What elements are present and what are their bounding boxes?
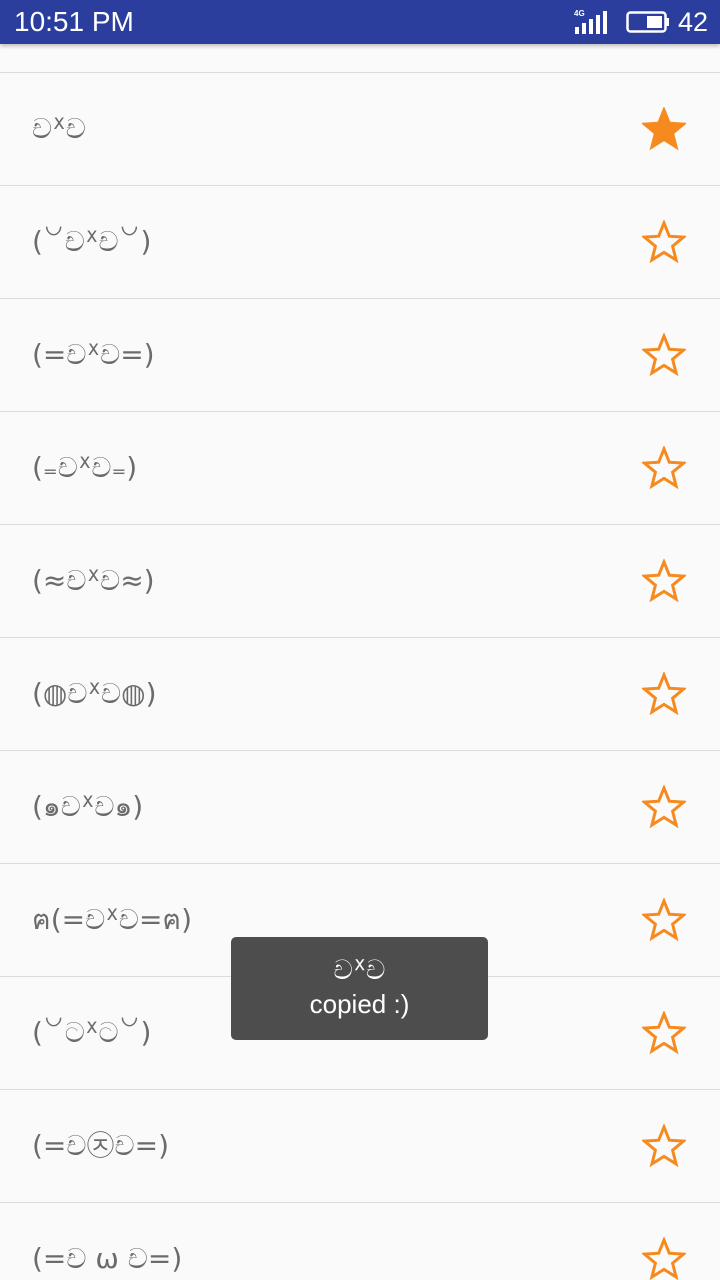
network-type-label: 4G	[574, 9, 585, 18]
status-time: 10:51 PM	[14, 6, 134, 37]
battery-icon	[626, 11, 669, 33]
list-divider	[0, 44, 720, 73]
toast-copied-text: චᕽච	[333, 955, 386, 985]
emoticon-text[interactable]: (=ච ω ච=)	[32, 1203, 182, 1280]
emoticon-list[interactable]: චᕽච (꒡චᕽච꒡) (=චᕽච=) (₌චᕽච₌) (≈චᕽච≈) (◍චᕽච◍) (๑…	[0, 44, 720, 1280]
list-item[interactable]: (=ච㉨ච=)	[0, 1090, 720, 1203]
star-outline-icon[interactable]	[642, 1124, 686, 1168]
emoticon-text[interactable]: (=ච㉨ච=)	[32, 1090, 169, 1202]
emoticon-text[interactable]: (◍චᕽච◍)	[32, 638, 157, 750]
emoticon-text[interactable]: චᕽච	[32, 73, 86, 185]
status-icons: 4G 42	[574, 7, 708, 37]
battery-level: 42	[677, 7, 708, 37]
emoticon-text[interactable]: (๑චᕽච๑)	[32, 751, 143, 863]
status-bar: 10:51 PM 4G 42	[0, 0, 720, 44]
emoticon-text[interactable]: (꒡චᕽච꒡)	[32, 186, 151, 298]
list-item[interactable]: චᕽච	[0, 73, 720, 186]
star-filled-icon[interactable]	[642, 107, 686, 151]
signal-4g-icon: 4G	[574, 9, 607, 34]
star-outline-icon[interactable]	[642, 559, 686, 603]
emoticon-text[interactable]: (≈චᕽච≈)	[32, 525, 155, 637]
star-outline-icon[interactable]	[642, 333, 686, 377]
toast-message: copied :)	[309, 989, 410, 1019]
list-item[interactable]: (₌චᕽච₌)	[0, 412, 720, 525]
star-outline-icon[interactable]	[642, 220, 686, 264]
emoticon-text[interactable]: (꒡ටᕽට꒡)	[32, 977, 151, 1089]
emoticon-text[interactable]: ฅ(=චᕽච=ฅ)	[32, 864, 192, 976]
list-item[interactable]: (◍චᕽච◍)	[0, 638, 720, 751]
list-item[interactable]: (๑චᕽච๑)	[0, 751, 720, 864]
toast: චᕽච copied :)	[231, 937, 488, 1040]
emoticon-text[interactable]: (₌චᕽච₌)	[32, 412, 137, 524]
star-outline-icon[interactable]	[642, 785, 686, 829]
star-outline-icon[interactable]	[642, 1237, 686, 1280]
emoticon-text[interactable]: (=චᕽච=)	[32, 299, 155, 411]
list-item[interactable]: (꒡චᕽච꒡)	[0, 186, 720, 299]
star-outline-icon[interactable]	[642, 1011, 686, 1055]
list-item[interactable]: (=චᕽච=)	[0, 299, 720, 412]
star-outline-icon[interactable]	[642, 898, 686, 942]
star-outline-icon[interactable]	[642, 446, 686, 490]
star-outline-icon[interactable]	[642, 672, 686, 716]
list-item[interactable]: (=ච ω ච=)	[0, 1203, 720, 1280]
list-item[interactable]: (≈චᕽච≈)	[0, 525, 720, 638]
